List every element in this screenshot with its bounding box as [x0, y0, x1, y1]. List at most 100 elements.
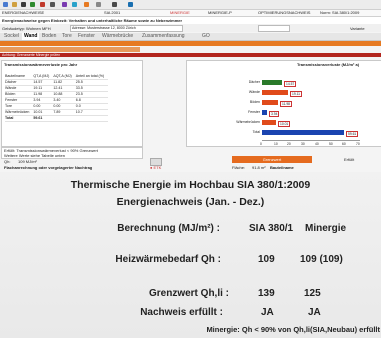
qh-value: 109 MJ/m² [18, 159, 37, 164]
pdf-icon[interactable] [40, 2, 45, 7]
bauteil-label: Bauteilname [270, 165, 294, 170]
x-tick-label: 70 [356, 142, 360, 146]
app-window: ENERGIENACHWEISE SIA 2001 MINERGIE MINER… [0, 0, 381, 172]
title-right-center: OPTIMIERUNGSNACHWEIS [258, 10, 311, 15]
result-minergie-value: JA [308, 307, 321, 318]
tab-waermebruecke[interactable]: Wärmebrücke [100, 33, 135, 40]
result-sia-value: JA [261, 307, 274, 318]
minergie-footnote: Minergie: Qh < 90% von Qh,li(SIA,Neubau)… [206, 325, 380, 334]
bar-value-label: 59.61 [346, 130, 359, 137]
total-label: Total [5, 115, 34, 122]
header-row: Gebäudetyp: Wohnen MFH Adresse: Musterst… [0, 24, 381, 32]
status-ok: Erfüllt [344, 157, 355, 162]
tab-fenster[interactable]: Fenster [76, 33, 97, 40]
title-mid: SIA 2001 [104, 10, 121, 15]
x-axis [262, 140, 360, 141]
transmission-table: Bauteilname QT,A (MJ) ΔQT,A (MJ) Anteil … [5, 74, 109, 122]
house-icon[interactable] [84, 2, 89, 7]
norm-label: Norm: SIA 380/1:2009 [320, 10, 360, 15]
tab-boden[interactable]: Boden [40, 33, 58, 40]
warning-bar: Achtung: Grenzwerte Minergie prüfen [0, 53, 381, 57]
summary-title: Thermische Energie im Hochbau SIA 380/1:… [70, 179, 311, 191]
x-tick-label: 40 [315, 142, 319, 146]
x-tick-label: 30 [301, 142, 305, 146]
info-icon[interactable] [128, 2, 133, 7]
transmission-panel: Transmissionswärmeverluste pro Jahr Baut… [1, 60, 143, 147]
bar [262, 80, 282, 85]
bar-category-label: Dächer [248, 80, 260, 84]
note-panel: Erfüllt: Transmissionswärmeverlust < 90%… [1, 147, 143, 159]
table-header-row: Bauteilname QT,A (MJ) ΔQT,A (MJ) Anteil … [5, 74, 109, 80]
qh-row-label: Heizwärmebedarf Qh : [115, 254, 221, 265]
bar-value-label: 14.57 [284, 80, 297, 87]
table-icon[interactable] [72, 2, 77, 7]
chart-icon[interactable] [62, 2, 67, 7]
calc-header-label: Berechnung (MJ/m²) : [117, 223, 220, 234]
col-header: Anteil an total (%) [75, 74, 109, 80]
flaeche-value: 91.8 m² [252, 165, 266, 170]
cell: Wärmebrücken [5, 109, 34, 116]
chart-title: Transmissionsverluste (MJ/m² a) [297, 62, 360, 67]
bar [262, 120, 276, 125]
print-icon[interactable] [50, 2, 55, 7]
open-folder-icon[interactable] [12, 2, 17, 7]
zone-dropdown[interactable] [258, 25, 290, 32]
title-left: ENERGIENACHWEISE [2, 10, 45, 15]
minergie-label: MINERGIE [170, 10, 190, 15]
x-tick-label: 20 [287, 142, 291, 146]
flaeche-label: Fläche: [232, 165, 246, 170]
qh-label: Qh: [4, 159, 11, 164]
note-text-2: Weitere Werte siehe Tabelle unten [4, 153, 65, 158]
bar-category-label: Total [252, 130, 260, 134]
bar-category-label: Wände [248, 90, 260, 94]
col-sia-header: SIA 380/1 [249, 223, 294, 234]
x-tick-label: 50 [329, 142, 333, 146]
etc-link[interactable]: ● ETK [150, 165, 161, 170]
tab-wand[interactable]: Wand [22, 33, 40, 40]
bar [262, 90, 288, 95]
transmission-panel-title: Transmissionswärmeverluste pro Jahr [4, 62, 78, 67]
x-tick-label: 10 [274, 142, 278, 146]
bar-category-label: Wärmebrücken [236, 120, 260, 124]
qh-minergie-value: 109 (109) [300, 254, 343, 265]
result-row-label: Nachweis erfüllt : [140, 307, 223, 318]
bar-value-label: 19.11 [290, 90, 303, 97]
variant-label: Variante [350, 26, 365, 31]
settings-icon[interactable] [96, 2, 101, 7]
building-type: Gebäudetyp: Wohnen MFH [2, 26, 51, 31]
minergie-p-label: MINERGIE-P [208, 10, 232, 15]
tab-zusammenfassung[interactable]: Zusammenfassung [140, 33, 187, 40]
save-icon[interactable] [21, 2, 26, 7]
bar-category-label: Böden [249, 100, 260, 104]
bar-category-label: Fenster [248, 110, 260, 114]
bar-chart: Dächer 14.57 Wände 19.11 Böden 11.98 Fenster 3.… [232, 78, 362, 146]
help-icon[interactable] [112, 2, 117, 7]
x-tick-label: 0 [260, 142, 262, 146]
calc-icon[interactable] [30, 2, 35, 7]
warning-text: Achtung: Grenzwerte Minergie prüfen [2, 52, 61, 57]
limit-minergie-value: 125 [304, 288, 321, 299]
summary-panel: Thermische Energie im Hochbau SIA 380/1:… [0, 172, 381, 338]
bar-value-label: 11.98 [280, 100, 293, 107]
header-title: Energienachweise gegen Einbezit: Verhalt… [2, 18, 183, 23]
qh-sia-value: 109 [258, 254, 275, 265]
new-file-icon[interactable] [3, 2, 8, 7]
highlight-row-secondary [0, 47, 140, 52]
address-field[interactable]: Adresse: Musterstrasse 12, 8000 Zürich [70, 25, 183, 32]
tab-go[interactable]: GO [200, 33, 212, 40]
bar [262, 100, 278, 105]
nachtrag-title: Flachanrechnung oder vorgelagerter Nacht… [4, 165, 93, 170]
limit-sia-value: 139 [258, 288, 275, 299]
total-value: 59.61 [33, 115, 54, 122]
col-minergie-header: Minergie [305, 223, 347, 234]
bar-value-label: 10.01 [278, 120, 291, 127]
table-total-row: Total 59.61 [5, 115, 109, 122]
bar [262, 130, 344, 135]
tab-bar: Sockel Wand Boden Tore Fenster Wärmebrüc… [0, 33, 381, 41]
limit-row-label: Grenzwert Qh,li : [148, 288, 229, 299]
bar [262, 110, 267, 115]
tab-tore[interactable]: Tore [60, 33, 74, 40]
tab-sockel[interactable]: Sockel [2, 33, 21, 40]
summary-subtitle: Energienachweis (Jan. - Dez.) [116, 196, 265, 208]
toolbar [0, 0, 381, 10]
